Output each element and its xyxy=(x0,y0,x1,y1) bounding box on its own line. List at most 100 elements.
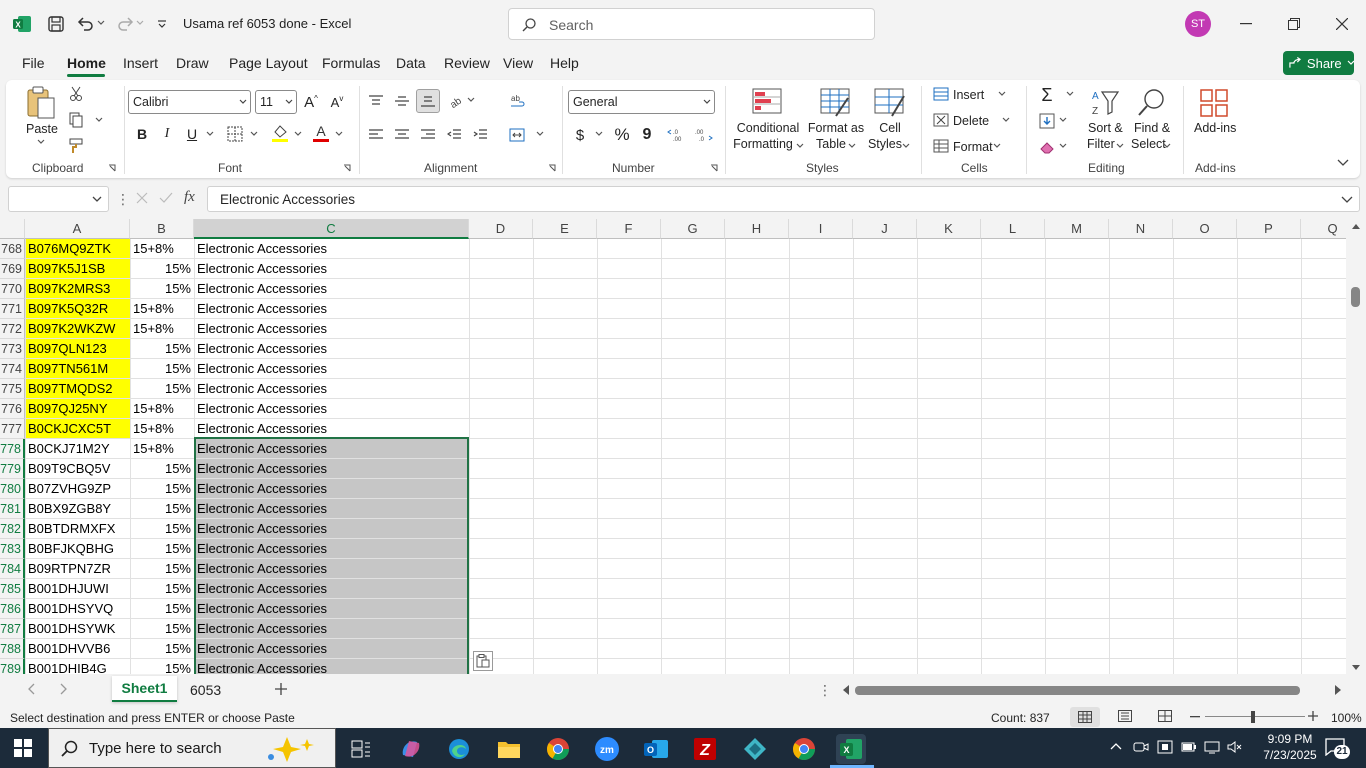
paste-options-icon[interactable] xyxy=(473,651,493,671)
row-header[interactable]: 769 xyxy=(0,259,25,279)
format-painter-icon[interactable] xyxy=(66,136,86,156)
column-header-a[interactable]: A xyxy=(25,219,130,239)
font-launcher-icon[interactable] xyxy=(342,163,352,173)
row-header[interactable]: 781 xyxy=(0,499,25,519)
cancel-formula-icon[interactable] xyxy=(136,192,148,204)
tab-view[interactable]: View xyxy=(503,55,533,71)
cell-rate[interactable]: 15+8% xyxy=(131,239,193,259)
zoom-slider-thumb[interactable] xyxy=(1251,711,1255,723)
cell-rate[interactable]: 15% xyxy=(131,619,193,639)
battery-icon[interactable] xyxy=(1181,740,1197,754)
zoom-out-icon[interactable] xyxy=(1190,716,1200,718)
column-header-g[interactable]: G xyxy=(661,219,725,239)
save-icon[interactable] xyxy=(44,12,68,36)
paste-dropdown-icon[interactable] xyxy=(36,138,46,146)
font-color-dropdown-icon[interactable] xyxy=(334,130,344,138)
copilot-icon[interactable] xyxy=(396,734,426,764)
italic-button[interactable]: I xyxy=(157,124,177,144)
cell-rate[interactable]: 15% xyxy=(131,599,193,619)
add-ins-button[interactable]: Add-ins xyxy=(1194,120,1236,136)
conditional-formatting-label-2[interactable]: Formatting xyxy=(728,136,798,152)
cell-rate[interactable]: 15% xyxy=(131,279,193,299)
copy-dropdown-icon[interactable] xyxy=(94,116,104,124)
column-header-k[interactable]: K xyxy=(917,219,981,239)
cell-rate[interactable]: 15+8% xyxy=(131,319,193,339)
zoom-app-icon[interactable]: zm xyxy=(592,734,622,764)
next-sheet-icon[interactable] xyxy=(60,683,68,695)
fill-icon[interactable] xyxy=(1036,110,1058,132)
sort-filter-icon[interactable]: AZ xyxy=(1088,86,1122,120)
cell-asin[interactable]: B097TMQDS2 xyxy=(26,379,130,398)
cell-asin[interactable]: B07ZVHG9ZP xyxy=(26,479,130,498)
column-header-e[interactable]: E xyxy=(533,219,597,239)
cell-asin[interactable]: B001DHSYVQ xyxy=(26,599,130,618)
row-header[interactable]: 778 xyxy=(0,439,25,459)
insert-function-button[interactable]: fx xyxy=(184,189,195,206)
column-header-p[interactable]: P xyxy=(1237,219,1301,239)
name-box[interactable] xyxy=(8,186,109,212)
increase-indent-icon[interactable] xyxy=(469,124,491,146)
cell-rate[interactable]: 15% xyxy=(131,639,193,659)
decrease-decimal-icon[interactable]: .00.0 xyxy=(692,124,714,146)
cell-styles-dropdown-icon[interactable] xyxy=(902,143,910,149)
sort-filter-label[interactable]: Sort & xyxy=(1088,120,1123,136)
cell-asin[interactable]: B097K2MRS3 xyxy=(26,279,130,298)
top-align-icon[interactable] xyxy=(365,90,387,112)
cut-icon[interactable] xyxy=(66,84,86,104)
paste-icon[interactable] xyxy=(22,84,60,124)
app-diamond-icon[interactable] xyxy=(740,734,770,764)
zoom-in-icon[interactable] xyxy=(1308,711,1318,721)
cell-asin[interactable]: B076MQ9ZTK xyxy=(26,239,130,258)
borders-dropdown-icon[interactable] xyxy=(249,130,259,138)
row-header[interactable]: 782 xyxy=(0,519,25,539)
select-all-corner[interactable] xyxy=(0,219,25,239)
page-break-view-icon[interactable] xyxy=(1158,710,1172,722)
edge-icon[interactable] xyxy=(444,734,474,764)
merge-dropdown-icon[interactable] xyxy=(535,130,545,138)
column-header-m[interactable]: M xyxy=(1045,219,1109,239)
sheet-tab-6053[interactable]: 6053 xyxy=(190,682,221,698)
column-header-f[interactable]: F xyxy=(597,219,661,239)
cell-asin[interactable]: B0BTDRMXFX xyxy=(26,519,130,538)
volume-muted-icon[interactable] xyxy=(1227,740,1243,754)
cell-category[interactable]: Electronic Accessories xyxy=(195,399,468,418)
underline-dropdown-icon[interactable] xyxy=(205,130,215,138)
restore-icon[interactable] xyxy=(1280,10,1308,38)
fill-color-dropdown-icon[interactable] xyxy=(293,130,303,138)
fill-color-icon[interactable] xyxy=(270,122,290,144)
tab-page-layout[interactable]: Page Layout xyxy=(229,55,308,71)
middle-align-icon[interactable] xyxy=(391,90,413,112)
row-header[interactable]: 768 xyxy=(0,239,25,259)
cell-rate[interactable]: 15% xyxy=(131,259,193,279)
cell-styles-label[interactable]: Cell xyxy=(855,120,925,136)
cell-asin[interactable]: B0BFJKQBHG xyxy=(26,539,130,558)
cell-rate[interactable]: 15% xyxy=(131,339,193,359)
orientation-icon[interactable]: ab xyxy=(444,90,466,112)
row-header[interactable]: 780 xyxy=(0,479,25,499)
search-box[interactable]: Search xyxy=(508,8,875,40)
cell-rate[interactable]: 15% xyxy=(131,499,193,519)
cell-category[interactable]: Electronic Accessories xyxy=(195,339,468,358)
outlook-icon[interactable]: O xyxy=(641,734,671,764)
font-color-icon[interactable]: A xyxy=(311,122,331,144)
cell-rate[interactable]: 15% xyxy=(131,519,193,539)
meet-now-icon[interactable] xyxy=(1133,740,1149,754)
row-header[interactable]: 775 xyxy=(0,379,25,399)
vertical-scroll-thumb[interactable] xyxy=(1351,287,1360,307)
windows-start-icon[interactable] xyxy=(14,739,32,757)
row-header[interactable]: 777 xyxy=(0,419,25,439)
tab-review[interactable]: Review xyxy=(444,55,490,71)
close-icon[interactable] xyxy=(1328,10,1356,38)
cell-asin[interactable]: B001DHSYWK xyxy=(26,619,130,638)
tab-home[interactable]: Home xyxy=(67,55,106,71)
bottom-align-icon[interactable] xyxy=(416,89,440,113)
sort-filter-label-2[interactable]: Filter xyxy=(1087,136,1115,152)
percent-icon[interactable]: % xyxy=(611,124,633,146)
cell-rate[interactable]: 15+8% xyxy=(131,399,193,419)
row-header[interactable]: 771 xyxy=(0,299,25,319)
cell-rate[interactable]: 15+8% xyxy=(131,419,193,439)
row-header[interactable]: 774 xyxy=(0,359,25,379)
undo-icon[interactable] xyxy=(74,12,98,36)
cell-asin[interactable]: B097K5J1SB xyxy=(26,259,130,278)
screen-capture-icon[interactable] xyxy=(1157,740,1173,754)
